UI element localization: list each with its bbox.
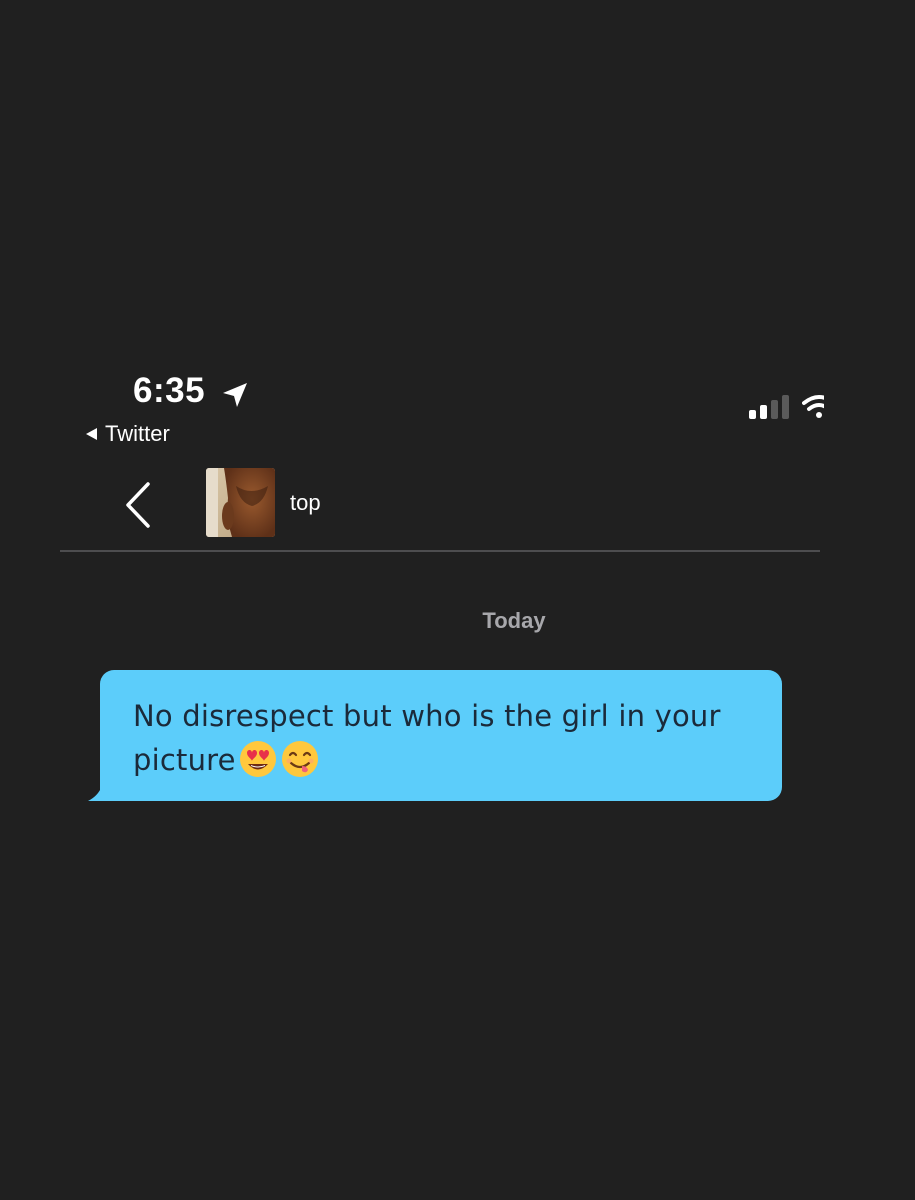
message-bubble[interactable]: No disrespect but who is the girl in you… xyxy=(100,670,782,801)
cellular-signal-icon xyxy=(749,395,789,419)
chat-screen: 6:35 Twitter top Today No disrespect but… xyxy=(0,0,915,1200)
back-triangle-icon xyxy=(86,428,97,440)
date-divider: Today xyxy=(482,608,546,633)
contact-avatar[interactable] xyxy=(206,468,275,537)
location-arrow-icon xyxy=(223,383,247,407)
face-savoring-food-emoji xyxy=(281,741,318,777)
chat-header: top xyxy=(60,460,820,552)
avatar-photo xyxy=(206,468,275,537)
message-text: No disrespect but who is the girl in you… xyxy=(133,694,752,782)
contact-name[interactable]: top xyxy=(290,490,321,516)
chevron-left-icon[interactable] xyxy=(120,480,156,530)
back-to-twitter-link[interactable]: Twitter xyxy=(86,421,170,447)
wifi-icon xyxy=(802,395,824,418)
status-time: 6:35 xyxy=(133,371,206,410)
message-body: No disrespect but who is the girl in you… xyxy=(133,699,721,777)
back-app-label: Twitter xyxy=(105,421,170,446)
heart-eyes-emoji xyxy=(239,741,276,777)
